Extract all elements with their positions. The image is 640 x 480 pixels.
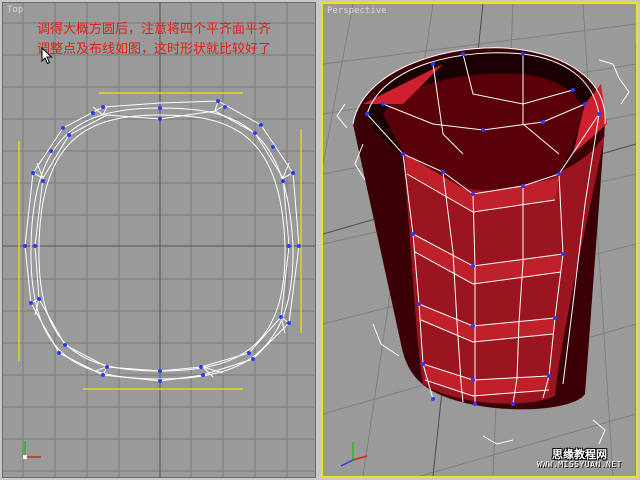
watermark: 思缘教程网 WWW.MISSYUAN.NET [537, 449, 622, 470]
top-viewport-canvas[interactable] [3, 3, 316, 478]
annotation-note: 调得大概方圆后，注意将四个平齐面平齐 调整点及布线如图，这时形状就比较好了 [37, 20, 271, 60]
perspective-viewport-canvas[interactable] [323, 4, 636, 476]
axis-tripod-icon [340, 442, 368, 467]
top-wireframe [24, 100, 300, 382]
mouse-cursor-icon [41, 47, 53, 65]
top-viewport[interactable]: Top 调得大概方圆后，注意将四个平齐面平齐 调整点及布线如图，这时形状就比较好… [2, 2, 316, 478]
watermark-url: WWW.MISSYUAN.NET [536, 460, 622, 470]
viewport-label-perspective[interactable]: Perspective [327, 7, 387, 16]
viewport-label-top[interactable]: Top [7, 6, 23, 15]
cup-mesh [353, 47, 607, 410]
annotation-line-2: 调整点及布线如图，这时形状就比较好了 [37, 42, 272, 57]
annotation-line-1: 调得大概方圆后，注意将四个平齐面平齐 [37, 22, 272, 37]
perspective-viewport[interactable]: Perspective 思缘教程网 WWW.MISSYUAN.NET [321, 2, 638, 478]
axis-tripod-icon [23, 441, 41, 459]
